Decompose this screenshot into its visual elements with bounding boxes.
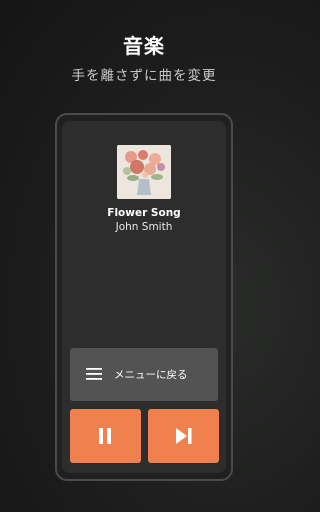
song-title: Flower Song bbox=[107, 207, 181, 219]
skip-next-button[interactable] bbox=[148, 409, 219, 463]
hamburger-menu-icon bbox=[86, 368, 102, 380]
back-to-menu-button[interactable]: メニューに戻る bbox=[70, 348, 218, 401]
skip-next-icon bbox=[176, 428, 192, 444]
page-title: 音楽 bbox=[123, 34, 165, 58]
page-subtitle: 手を離さずに曲を変更 bbox=[71, 68, 217, 84]
back-to-menu-label: メニューに戻る bbox=[114, 369, 188, 381]
album-art bbox=[117, 145, 171, 199]
pause-button[interactable] bbox=[70, 409, 141, 463]
flower-bouquet-artwork-icon bbox=[117, 145, 171, 199]
pause-icon bbox=[99, 428, 111, 444]
artist-name: John Smith bbox=[115, 221, 173, 233]
